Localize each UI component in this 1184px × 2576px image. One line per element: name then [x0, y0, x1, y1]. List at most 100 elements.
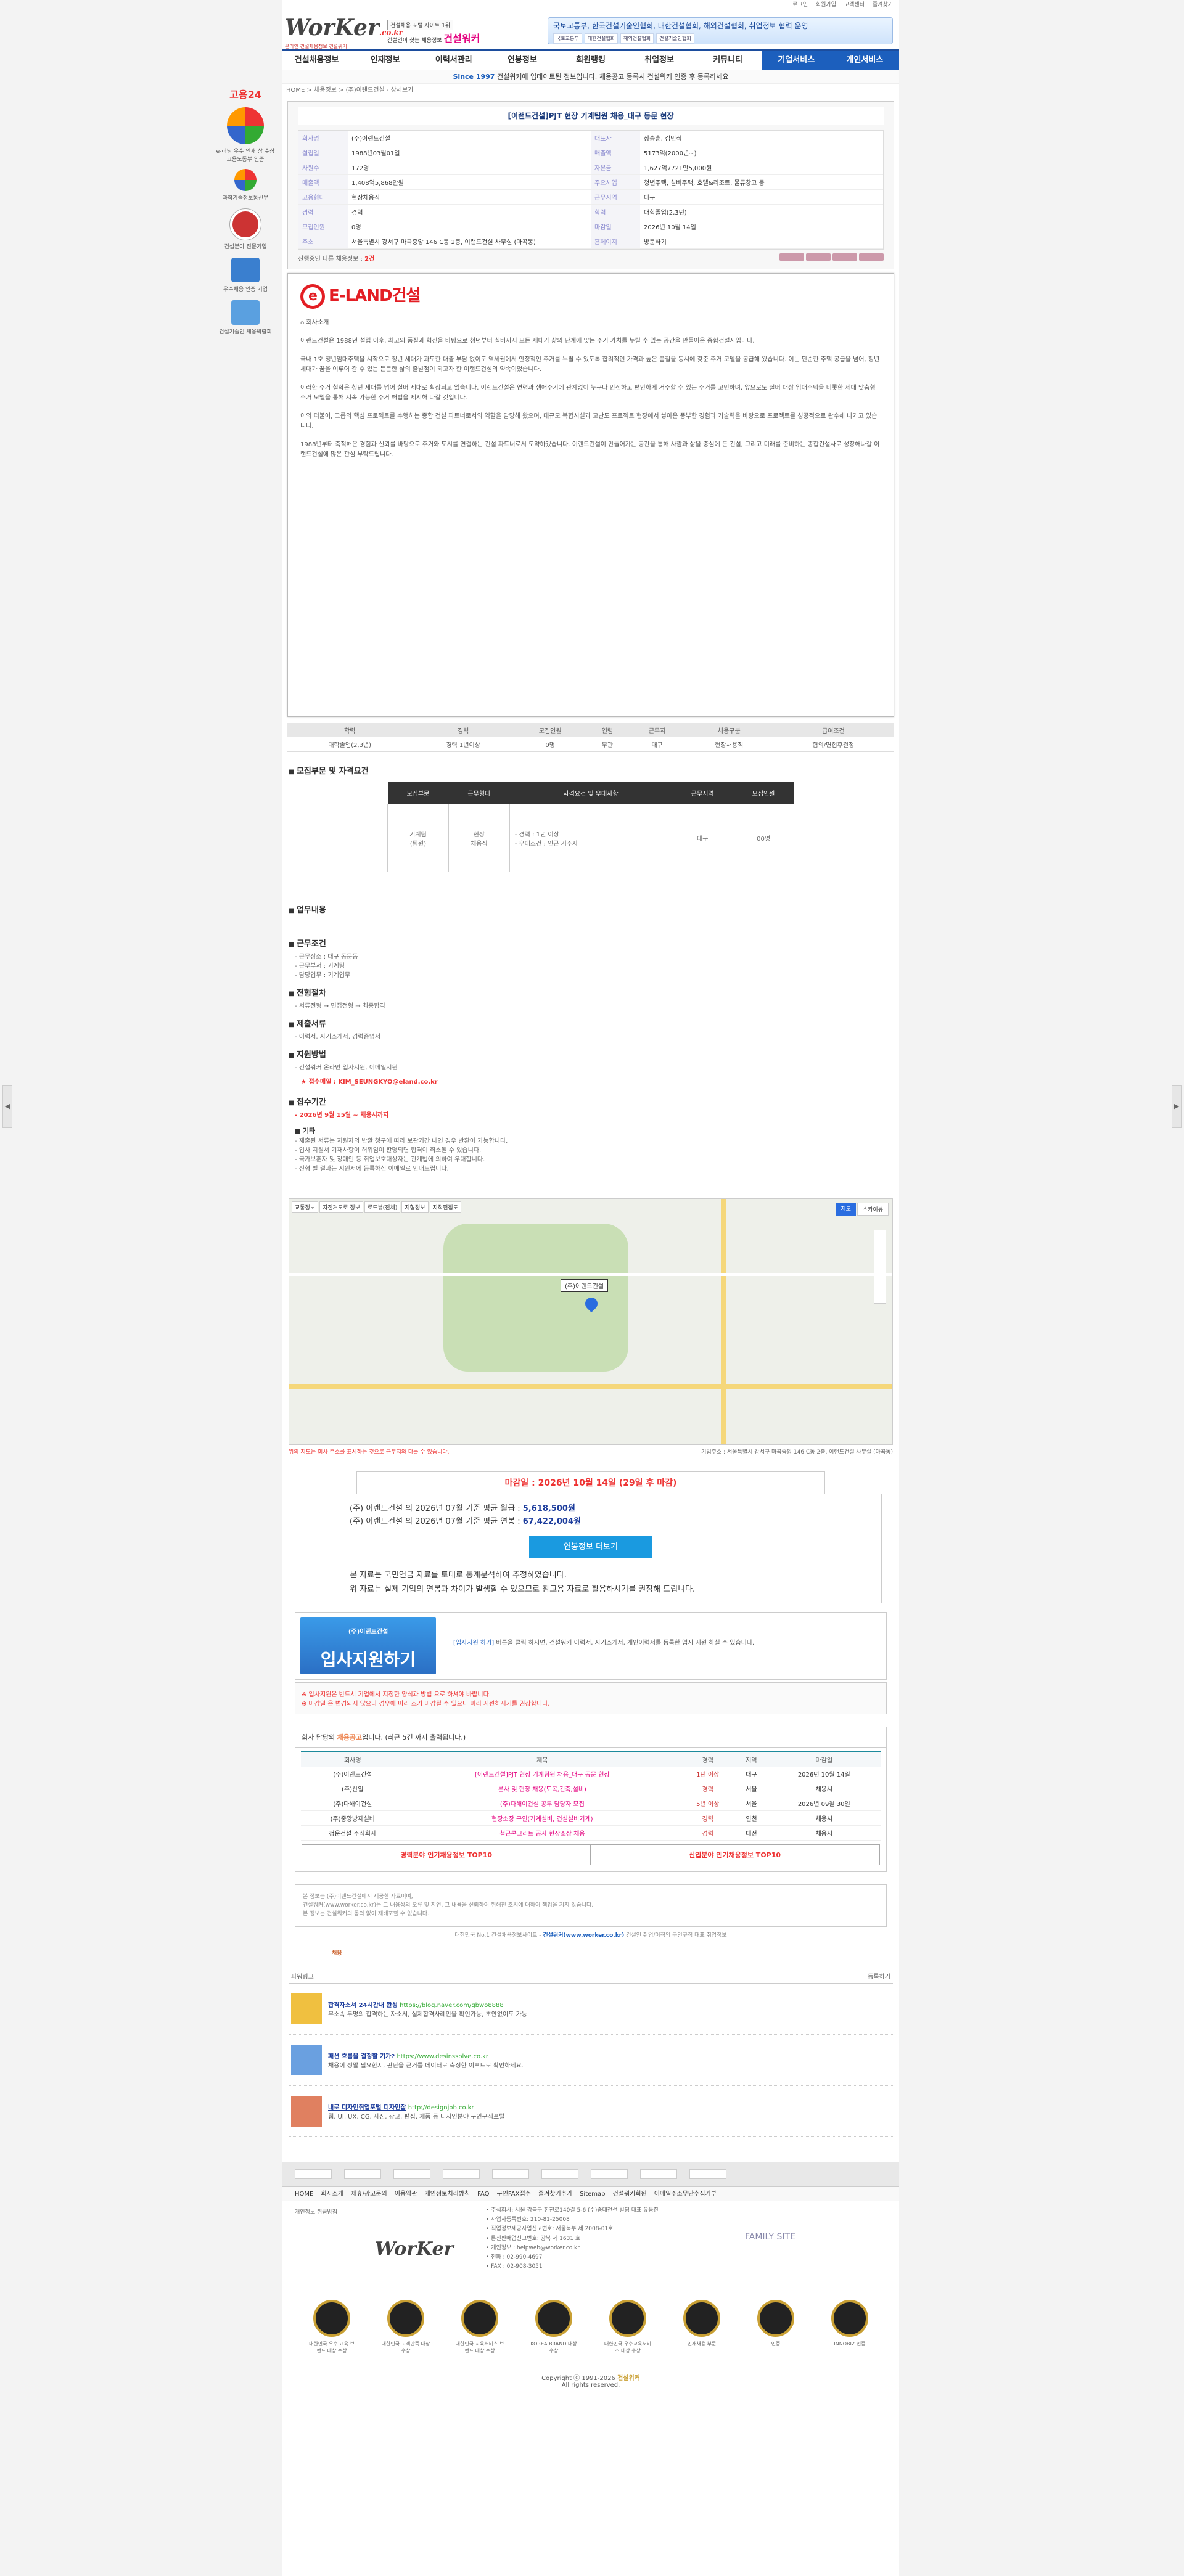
salary-more-button[interactable]: 연봉정보 더보기: [529, 1535, 652, 1558]
footer-link[interactable]: 이메일주소무단수집거부: [654, 2191, 717, 2198]
other-cell[interactable]: 현장소장 구인(기계설비, 건설설비기계): [404, 1810, 681, 1826]
map-tab[interactable]: 자전거도로 정보: [319, 1201, 363, 1213]
share-button[interactable]: [832, 253, 857, 261]
skyview-button[interactable]: 스카이뷰: [857, 1202, 889, 1216]
scrap-button[interactable]: [806, 253, 831, 261]
other-cell: 채용시: [767, 1810, 881, 1826]
menu-salary[interactable]: 연봉정보: [488, 51, 556, 70]
signup-link[interactable]: 회원가입: [816, 2, 836, 8]
partner-logo[interactable]: [640, 2169, 677, 2179]
apply-email[interactable]: ★ 접수메일 : KIM_SEUNGKYO@eland.co.kr: [301, 1077, 881, 1087]
fair-icon[interactable]: [231, 300, 260, 325]
map-tab[interactable]: 지적편집도: [429, 1201, 461, 1213]
work-conditions: - 근무장소 : 대구 동문동 - 근무부서 : 기계팀 - 담당업무 : 기계업무: [295, 954, 358, 979]
award-icon: [313, 2299, 350, 2337]
footer-link[interactable]: Sitemap: [580, 2191, 605, 2198]
menu-community[interactable]: 커뮤니티: [694, 51, 762, 70]
map-tab[interactable]: 교통정보: [292, 1201, 319, 1213]
footer-link[interactable]: 건설워커회원: [612, 2191, 646, 2198]
support-link[interactable]: 고객센터: [844, 2, 865, 8]
footer-link[interactable]: 개인정보처리방침: [425, 2191, 471, 2198]
section-title: 업무내용: [289, 903, 893, 915]
login-link[interactable]: 로그인: [792, 2, 808, 8]
condition-header: 연령: [586, 723, 629, 737]
zoom-control[interactable]: [874, 1229, 886, 1304]
other-cell[interactable]: [이랜드건설]PJT 현장 기계팀원 채용_대구 동문 현장: [404, 1766, 681, 1781]
table-row[interactable]: 청운건설 주식회사 철근콘크리트 공사 현장소장 채용 경력 대전 채용시: [301, 1825, 881, 1841]
info-value: 1,408억5,868만원: [348, 175, 591, 190]
req-cell: - 경력 : 1년 이상 - 우대조건 : 인근 거주자: [509, 804, 673, 872]
ad-item[interactable]: 내로 디자인취업포털 디자인잡 http://designjob.co.kr 웹,…: [289, 2086, 893, 2137]
menu-jobs[interactable]: 건설채용정보: [282, 51, 351, 70]
menu-career[interactable]: 취업정보: [625, 51, 694, 70]
partner-link[interactable]: 건설기술인협회: [656, 33, 694, 44]
other-cell: 경력: [680, 1810, 736, 1826]
partner-logos: [282, 2161, 899, 2186]
partner-logo[interactable]: [443, 2169, 480, 2179]
menu-ranking[interactable]: 회원랭킹: [556, 51, 625, 70]
print-button[interactable]: [779, 253, 804, 261]
apply-button[interactable]: (주)이랜드건설 입사지원하기: [300, 1617, 436, 1674]
site-logo[interactable]: WorKer.co.kr: [285, 15, 403, 41]
intro-para: 이랜드건설은 1988년 설립 이후, 최고의 품질과 혁신을 바탕으로 청년부…: [300, 337, 755, 345]
partner-link[interactable]: 대한건설협회: [584, 33, 618, 44]
partner-banner[interactable]: 국토교통부, 한국건설기술인협회, 대한건설협회, 해외건설협회, 취업정보 협…: [548, 17, 893, 44]
partner-logo[interactable]: [492, 2169, 529, 2179]
ad-register-link[interactable]: 등록하기: [868, 1971, 890, 1981]
req-header: 근무형태: [448, 782, 510, 804]
table-row[interactable]: (주)다해이건설 (주)다해이건설 공무 담당자 모집 5년 이상 서울 2026년 0…: [301, 1796, 881, 1811]
table-row[interactable]: (주)산일 본사 및 현장 채용(토목,건축,설비) 경력 서울 채용시: [301, 1781, 881, 1796]
map-tab[interactable]: 지형정보: [401, 1201, 429, 1213]
footer-link[interactable]: 회사소개: [321, 2191, 343, 2198]
info-value: 5173억(2000년~): [640, 145, 883, 160]
cert-icon[interactable]: [231, 258, 260, 282]
company-detail: e E-LAND건설 ⌂ 회사소개 이랜드건설은 1988년 설립 이후, 최고의…: [287, 273, 894, 717]
report-button[interactable]: [859, 253, 884, 261]
other-cell[interactable]: 본사 및 현장 채용(토목,건축,설비): [404, 1781, 681, 1796]
partner-logo[interactable]: [591, 2169, 628, 2179]
top10-career-link[interactable]: 경력분야 인기채용정보 TOP10: [302, 1844, 591, 1865]
map-tab[interactable]: 로드뷰(전체): [364, 1201, 401, 1213]
menu-personal-service[interactable]: 개인서비스: [830, 51, 899, 70]
source-note: 대한민국 No.1 건설채용정보사이트 - 건설워커(www.worker.co…: [454, 1932, 727, 1939]
footer-link[interactable]: FAQ: [477, 2191, 489, 2198]
info-label: 마감일: [591, 219, 640, 234]
partner-link[interactable]: 국토교통부: [553, 33, 582, 44]
family-site[interactable]: FAMILY SITE: [745, 2232, 796, 2242]
info-value: 0명: [348, 219, 591, 234]
footer-link[interactable]: HOME: [295, 2191, 313, 2198]
partner-logo[interactable]: [295, 2169, 332, 2179]
prev-arrow[interactable]: ◀: [2, 1085, 12, 1128]
partner-link[interactable]: 해외건설협회: [620, 33, 654, 44]
top10-newbie-link[interactable]: 신입분야 인기채용정보 TOP10: [591, 1844, 879, 1865]
award-badge: KOREA BRAND 대상 수상: [529, 2299, 578, 2354]
next-arrow[interactable]: ▶: [1172, 1085, 1182, 1128]
other-cell: 채용시: [767, 1781, 881, 1796]
menu-resume[interactable]: 이력서관리: [419, 51, 488, 70]
section-title: 근무조건: [289, 937, 893, 949]
other-cell[interactable]: 철근콘크리트 공사 현장소장 채용: [404, 1825, 681, 1841]
condition-header: 근무지: [628, 723, 686, 737]
partner-logo[interactable]: [541, 2169, 578, 2179]
menu-company-service[interactable]: 기업서비스: [762, 51, 831, 70]
ad-item[interactable]: 패션 흐름을 결정할 기가? https://www.desinssolve.c…: [289, 2035, 893, 2086]
footer-link[interactable]: 제휴/광고문의: [351, 2191, 387, 2198]
menu-talent[interactable]: 인재정보: [351, 51, 419, 70]
home-icon: ⌂ 회사소개: [300, 319, 329, 326]
footer-link[interactable]: 이용약관: [395, 2191, 417, 2198]
other-jobs-count[interactable]: 2건: [364, 256, 374, 263]
other-cell[interactable]: (주)다해이건설 공무 담당자 모집: [404, 1796, 681, 1811]
footer-link[interactable]: 즐겨찾기추가: [538, 2191, 572, 2198]
goyong24-logo[interactable]: 고용24: [215, 86, 276, 101]
map-view-button[interactable]: 지도: [836, 1202, 856, 1216]
partner-logo[interactable]: [689, 2169, 726, 2179]
location-map[interactable]: (주)이랜드건설 교통정보 자전거도로 정보 로드뷰(전체) 지형정보 지적편집도 지도…: [289, 1198, 893, 1445]
footer-link[interactable]: 구인FAX접수: [497, 2191, 531, 2198]
ad-item[interactable]: 합격자소서 24시간내 완성 https://blog.naver.com/gb…: [289, 1984, 893, 2035]
award-label: 인재채용 부문: [687, 2341, 717, 2347]
table-row[interactable]: (주)중앙방재설비 현장소장 구인(기계설비, 건설설비기계) 경력 인천 채용시: [301, 1810, 881, 1826]
table-row[interactable]: (주)이랜드건설 [이랜드건설]PJT 현장 기계팀원 채용_대구 동문 현장 1년…: [301, 1766, 881, 1781]
partner-logo[interactable]: [344, 2169, 381, 2179]
bookmark-link[interactable]: 즐겨찾기: [873, 2, 893, 8]
partner-logo[interactable]: [393, 2169, 430, 2179]
